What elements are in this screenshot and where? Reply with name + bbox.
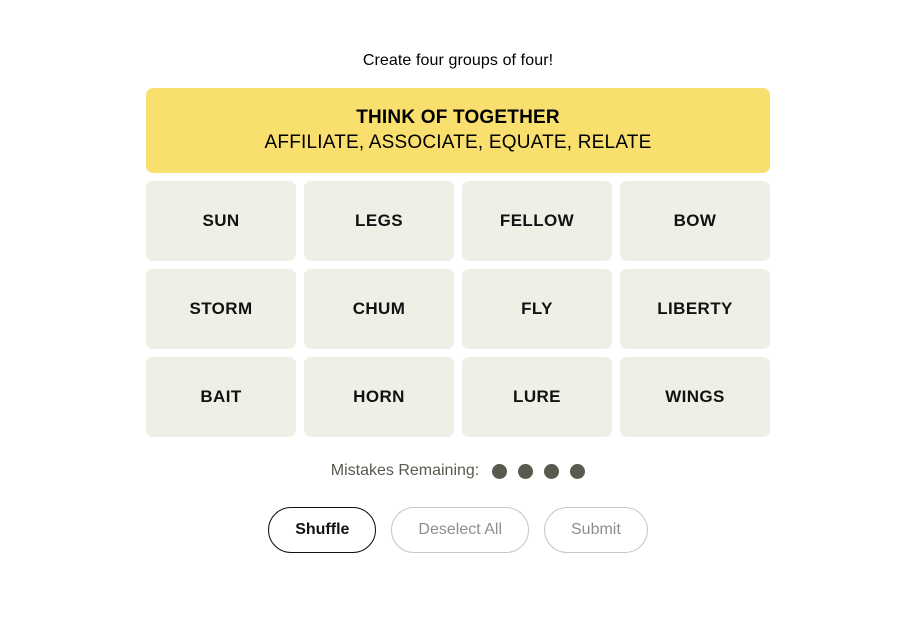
solved-group-title: THINK OF TOGETHER: [356, 107, 560, 128]
mistake-dot: [492, 463, 508, 479]
tile-legs[interactable]: LEGS: [304, 181, 454, 261]
tile-storm[interactable]: STORM: [146, 269, 296, 349]
shuffle-button[interactable]: Shuffle: [268, 507, 377, 553]
tile-liberty[interactable]: LIBERTY: [620, 269, 770, 349]
tile-fly[interactable]: FLY: [462, 269, 612, 349]
game-tagline: Create four groups of four!: [362, 52, 554, 69]
tile-fellow[interactable]: FELLOW: [462, 181, 612, 261]
tile-bow[interactable]: BOW: [620, 181, 770, 261]
mistake-dot: [518, 463, 534, 479]
mistake-dot: [544, 463, 560, 479]
mistakes-label: Mistakes Remaining:: [330, 462, 480, 479]
tile-bait[interactable]: BAIT: [146, 357, 296, 437]
tile-lure[interactable]: LURE: [462, 357, 612, 437]
tile-chum[interactable]: CHUM: [304, 269, 454, 349]
connections-game: Create four groups of four! THINK OF TOG…: [0, 0, 916, 553]
deselect-all-button[interactable]: Deselect All: [391, 507, 529, 553]
tile-row-3: BAIT HORN LURE WINGS: [146, 357, 770, 437]
tile-row-2: STORM CHUM FLY LIBERTY: [146, 269, 770, 349]
tile-horn[interactable]: HORN: [304, 357, 454, 437]
mistakes-dots: [492, 463, 586, 479]
game-board: THINK OF TOGETHER AFFILIATE, ASSOCIATE, …: [146, 88, 770, 437]
solved-group-yellow: THINK OF TOGETHER AFFILIATE, ASSOCIATE, …: [146, 88, 770, 173]
tile-wings[interactable]: WINGS: [620, 357, 770, 437]
action-buttons: Shuffle Deselect All Submit: [268, 507, 648, 553]
solved-group-members: AFFILIATE, ASSOCIATE, EQUATE, RELATE: [264, 132, 652, 153]
tile-sun[interactable]: SUN: [146, 181, 296, 261]
tile-row-1: SUN LEGS FELLOW BOW: [146, 181, 770, 261]
submit-button[interactable]: Submit: [544, 507, 648, 553]
mistake-dot: [570, 463, 586, 479]
mistakes-remaining: Mistakes Remaining:: [331, 461, 586, 481]
